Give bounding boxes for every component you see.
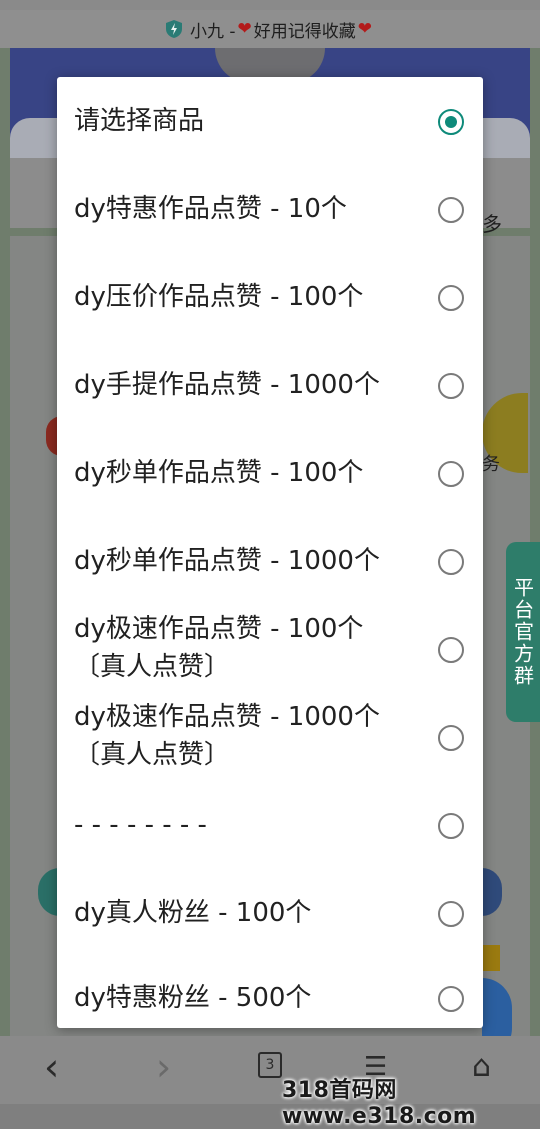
option-label: dy特惠作品点赞 - 10个 <box>74 194 347 224</box>
radio-icon[interactable] <box>438 197 464 223</box>
option-sublabel: 〔真人点赞〕 <box>74 740 231 770</box>
option-item[interactable]: dy秒单作品点赞 - 100个 <box>57 429 483 517</box>
side-tab-group[interactable]: 平台官方群 <box>506 542 540 722</box>
option-label: dy极速作品点赞 - 1000个 <box>74 702 380 732</box>
page-title-prefix: 小九 - <box>189 21 236 42</box>
option-label: dy手提作品点赞 - 1000个 <box>74 370 380 400</box>
option-label: dy秒单作品点赞 - 100个 <box>74 458 364 488</box>
radio-icon[interactable] <box>438 285 464 311</box>
tabs-button[interactable]: 3 <box>258 1052 282 1078</box>
service-label: 务 <box>482 454 500 475</box>
option-item[interactable]: dy压价作品点赞 - 100个 <box>57 253 483 341</box>
forward-icon[interactable]: › <box>156 1048 171 1086</box>
option-sublabel: 〔真人点赞〕 <box>74 652 231 682</box>
url-bar[interactable]: 小九 - ❤ 好用记得收藏 ❤ <box>0 10 540 48</box>
option-item[interactable]: dy极速作品点赞 - 1000个 〔真人点赞〕 <box>57 693 483 781</box>
shield-icon <box>165 20 182 38</box>
status-badge <box>482 945 500 971</box>
option-label: dy秒单作品点赞 - 1000个 <box>74 546 380 576</box>
heart-icon: ❤ <box>237 19 252 39</box>
heart-icon: ❤ <box>357 19 373 39</box>
option-label: - - - - - - - - <box>74 810 207 840</box>
radio-icon[interactable] <box>438 813 464 839</box>
radio-icon[interactable] <box>438 373 464 399</box>
option-item[interactable]: dy极速作品点赞 - 100个 〔真人点赞〕 <box>57 605 483 693</box>
option-item[interactable]: dy特惠粉丝 - 500个 <box>57 957 483 1028</box>
radio-icon[interactable] <box>438 901 464 927</box>
product-select-dialog: 请选择商品 dy特惠作品点赞 - 10个 dy压价作品点赞 - 100个 dy手… <box>57 77 483 1028</box>
option-label: dy压价作品点赞 - 100个 <box>74 282 364 312</box>
page-title: 好用记得收藏 <box>253 21 356 42</box>
back-icon[interactable]: ‹ <box>44 1048 59 1086</box>
radio-icon[interactable] <box>438 637 464 663</box>
radio-checked-icon[interactable] <box>438 109 464 135</box>
option-label: dy特惠粉丝 - 500个 <box>74 983 312 1013</box>
watermark: 318首码网 www.e318.com <box>282 1078 477 1129</box>
option-label: dy极速作品点赞 - 100个 <box>74 614 364 644</box>
radio-icon[interactable] <box>438 725 464 751</box>
radio-icon[interactable] <box>438 986 464 1012</box>
option-item[interactable]: dy秒单作品点赞 - 1000个 <box>57 517 483 605</box>
option-item[interactable]: dy真人粉丝 - 100个 <box>57 869 483 957</box>
option-item[interactable]: dy手提作品点赞 - 1000个 <box>57 341 483 429</box>
option-item[interactable]: - - - - - - - - <box>57 781 483 869</box>
option-item[interactable]: dy特惠作品点赞 - 10个 <box>57 165 483 253</box>
radio-icon[interactable] <box>438 461 464 487</box>
radio-icon[interactable] <box>438 549 464 575</box>
option-label: dy真人粉丝 - 100个 <box>74 898 312 928</box>
tab-more: 多 <box>482 212 502 236</box>
option-label: 请选择商品 <box>74 106 205 136</box>
status-bar <box>0 0 540 10</box>
option-item[interactable]: 请选择商品 <box>57 77 483 165</box>
